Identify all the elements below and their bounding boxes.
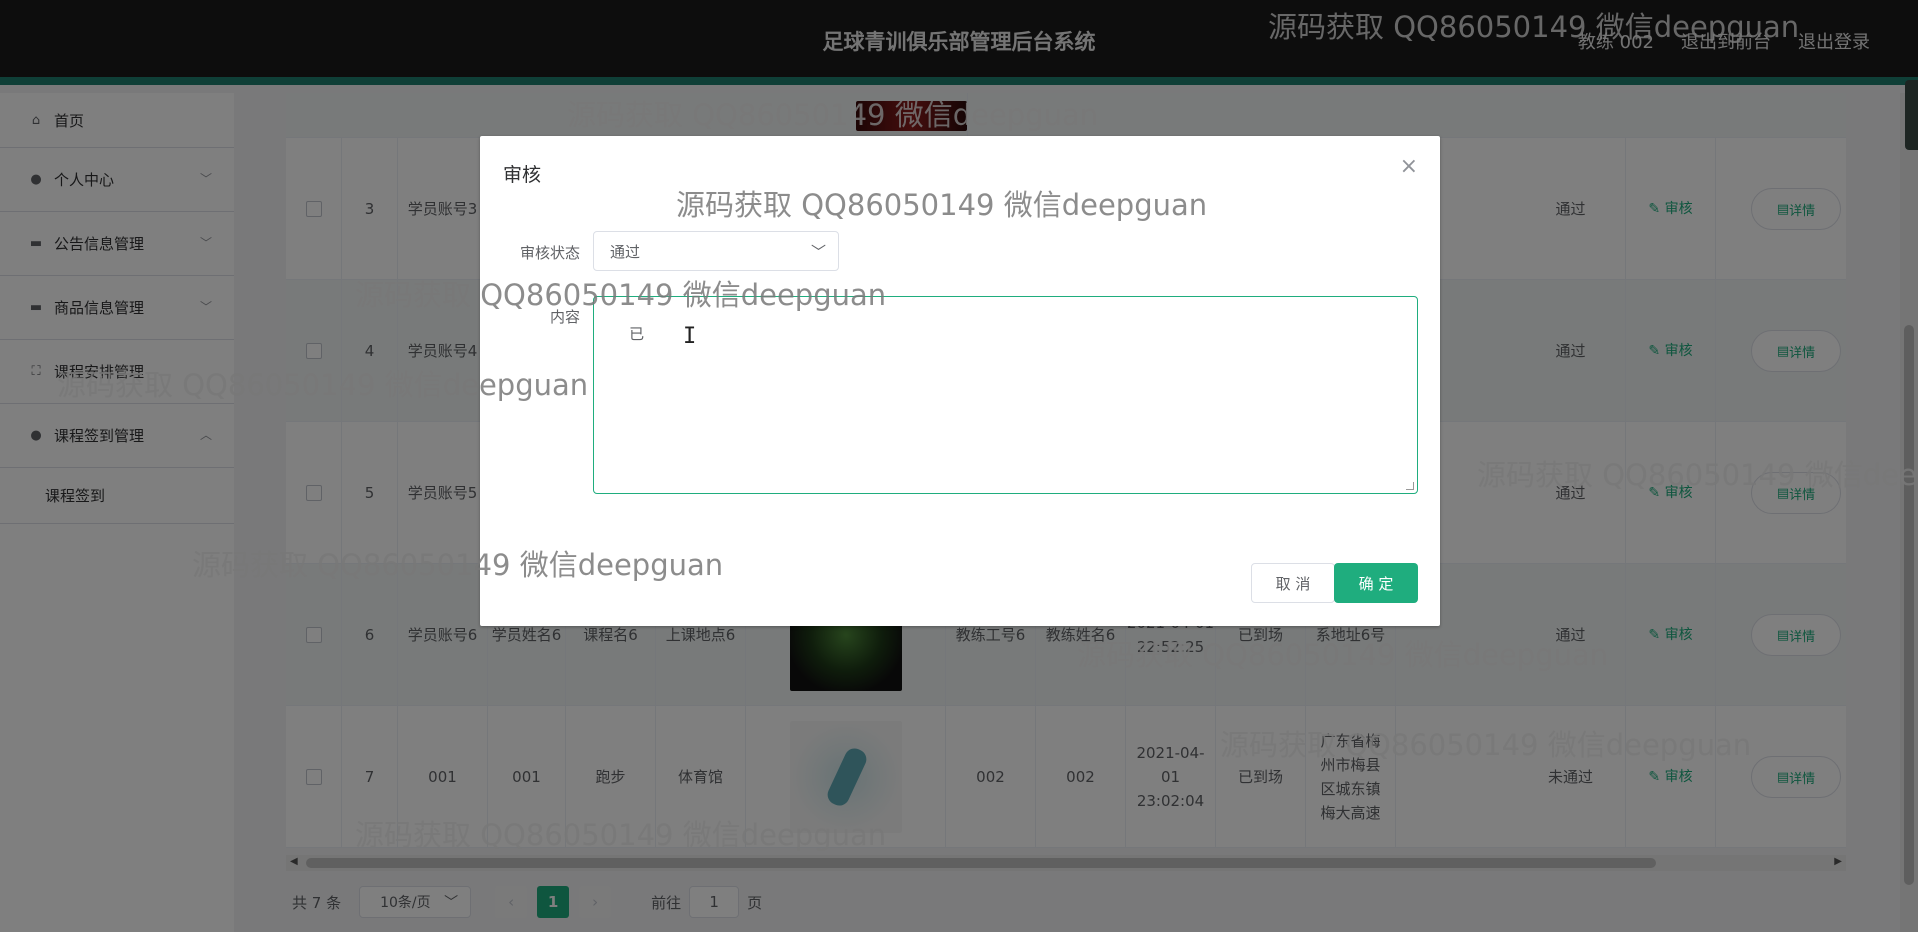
resize-handle-icon[interactable] [1406, 482, 1414, 490]
content-textarea[interactable]: 已 [593, 296, 1418, 494]
content-label: 内容 [549, 308, 580, 326]
cancel-button[interactable]: 取 消 [1251, 563, 1335, 603]
status-label: 审核状态 [519, 244, 580, 262]
audit-status-select[interactable]: 通过 ﹀ [593, 231, 839, 271]
text-cursor-icon: I [683, 324, 697, 349]
dialog-title: 审核 [503, 164, 542, 186]
close-icon[interactable]: × [1400, 154, 1418, 179]
audit-dialog: 审核 × 审核状态 通过 ﹀ 内容 已 取 消 确 定 [480, 136, 1440, 626]
confirm-button[interactable]: 确 定 [1334, 563, 1418, 603]
chevron-down-icon: ﹀ [810, 242, 826, 261]
